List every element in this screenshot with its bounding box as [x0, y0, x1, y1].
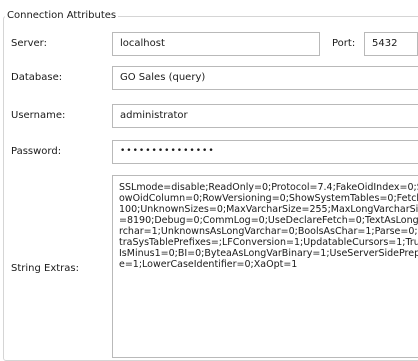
port-field[interactable]: 5432	[364, 32, 418, 56]
database-label: Database:	[11, 72, 63, 83]
database-field[interactable]: GO Sales (query)	[112, 66, 418, 90]
string-extras-label: String Extras:	[11, 263, 79, 274]
string-extras-textarea[interactable]: SSLmode=disable;ReadOnly=0;Protocol=7.4;…	[112, 175, 418, 358]
group-title: Connection Attributes	[5, 9, 119, 23]
username-field[interactable]: administrator	[112, 104, 418, 128]
username-label: Username:	[11, 110, 66, 121]
server-field[interactable]: localhost	[112, 32, 320, 56]
server-label: Server:	[11, 38, 47, 49]
port-label: Port:	[332, 38, 356, 49]
password-field[interactable]: •••••••••••••••	[112, 140, 418, 164]
password-label: Password:	[11, 146, 62, 157]
connection-attributes-panel: { "group_title": "Connection Attributes"…	[0, 0, 418, 361]
